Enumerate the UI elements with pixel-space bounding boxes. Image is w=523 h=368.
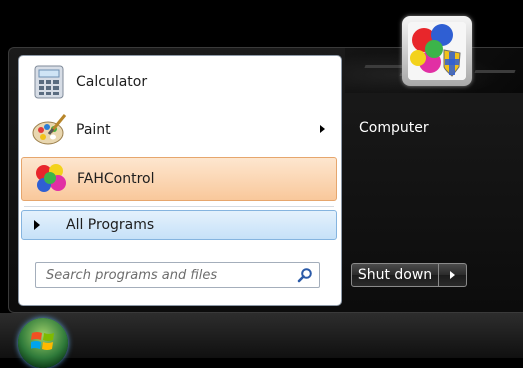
search-box[interactable] — [35, 262, 320, 288]
start-button[interactable] — [18, 318, 68, 368]
windows-logo-icon — [31, 332, 54, 350]
shutdown-options-button[interactable] — [439, 263, 467, 287]
program-fahcontrol[interactable]: FAHControl — [21, 157, 337, 201]
fahcontrol-shield-icon — [408, 22, 466, 80]
user-picture-tile[interactable] — [402, 16, 472, 86]
search-input[interactable] — [44, 266, 288, 284]
chevron-right-icon — [450, 271, 455, 279]
fahcontrol-icon — [32, 161, 68, 197]
submenu-arrow-icon[interactable] — [320, 125, 325, 133]
programs-separator — [24, 206, 334, 207]
program-label: Calculator — [76, 74, 148, 90]
program-label: Paint — [76, 122, 111, 138]
all-programs-button[interactable]: All Programs — [21, 210, 337, 240]
shutdown-control: Shut down — [351, 263, 467, 287]
program-paint[interactable]: Paint — [21, 108, 337, 152]
right-link-computer[interactable]: Computer — [359, 120, 429, 136]
program-calculator[interactable]: Calculator — [21, 60, 337, 104]
program-label: FAHControl — [77, 171, 155, 187]
paint-palette-icon — [31, 112, 67, 148]
taskbar — [0, 313, 523, 358]
shutdown-button[interactable]: Shut down — [351, 263, 439, 287]
all-programs-label: All Programs — [66, 217, 155, 233]
expand-arrow-icon — [34, 220, 40, 230]
calculator-icon — [31, 64, 67, 100]
search-icon[interactable] — [297, 267, 313, 283]
